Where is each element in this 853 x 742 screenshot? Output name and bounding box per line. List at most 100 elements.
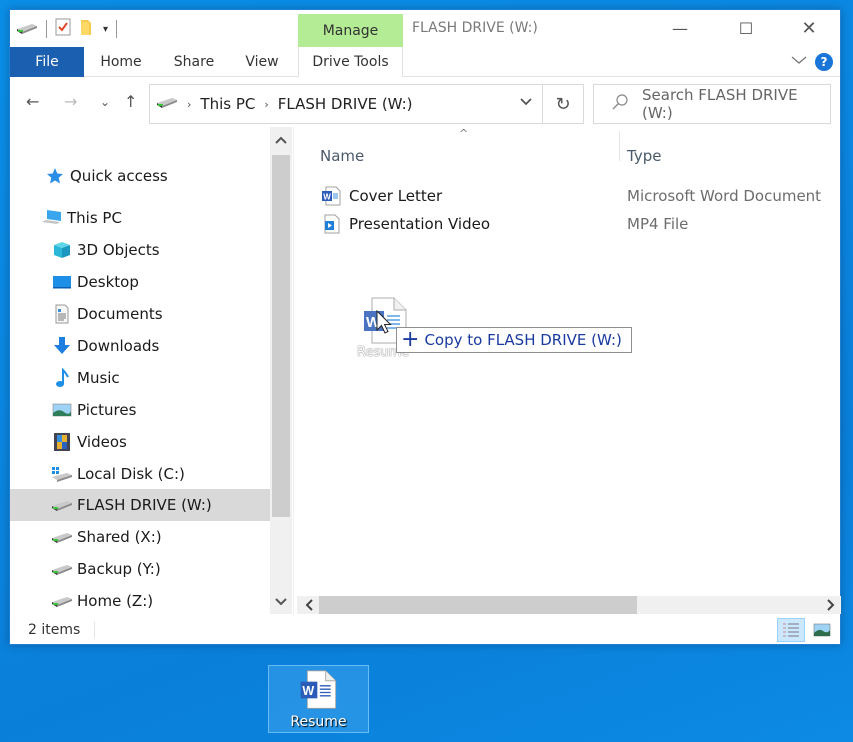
pictures-icon <box>51 400 73 420</box>
sidebar-item-label: Backup (Y:) <box>77 560 161 578</box>
toolbar-divider <box>46 20 47 38</box>
scroll-down-chevron-icon[interactable] <box>270 591 292 613</box>
sidebar-item-label: Local Disk (C:) <box>77 465 185 483</box>
back-button[interactable]: ← <box>26 92 39 111</box>
breadcrumb-flash-drive[interactable]: FLASH DRIVE (W:) <box>278 95 413 113</box>
sidebar-item-documents[interactable]: Documents <box>10 298 270 330</box>
toolbar-divider <box>116 20 118 38</box>
sidebar-item-label: Home (Z:) <box>77 592 154 610</box>
drag-copy-tooltip: + Copy to FLASH DRIVE (W:) <box>396 327 632 353</box>
manage-tab[interactable]: Manage <box>298 14 403 47</box>
file-row[interactable]: Presentation Video MP4 File <box>321 211 841 237</box>
address-bar[interactable]: › This PC › FLASH DRIVE (W:) <box>149 84 543 124</box>
sidebar-item-label: Downloads <box>77 337 160 355</box>
sidebar-item-local-disk[interactable]: Local Disk (C:) <box>10 458 270 490</box>
sidebar-item-pictures[interactable]: Pictures <box>10 394 270 426</box>
up-button[interactable]: ↑ <box>124 92 137 111</box>
sidebar-item-label: Shared (X:) <box>77 528 162 546</box>
sidebar-item-flash-drive[interactable]: FLASH DRIVE (W:) <box>10 489 270 521</box>
sidebar-item-home[interactable]: Home (Z:) <box>10 585 270 617</box>
tab-file[interactable]: File <box>10 47 84 77</box>
search-input[interactable]: Search FLASH DRIVE (W:) <box>642 86 830 122</box>
scroll-up-chevron-icon[interactable] <box>270 129 292 151</box>
scroll-left-chevron-icon[interactable] <box>299 596 319 614</box>
file-list: ^ Name Type W Cover Letter Microsoft Wor… <box>297 127 841 614</box>
search-box[interactable]: Search FLASH DRIVE (W:) <box>593 84 831 124</box>
properties-icon[interactable] <box>55 18 71 40</box>
tab-drive-tools[interactable]: Drive Tools <box>298 47 403 77</box>
ribbon-tabs: File Home Share View Drive Tools ? <box>10 47 840 77</box>
refresh-button[interactable]: ↻ <box>543 84 584 124</box>
details-view-button[interactable] <box>777 618 805 642</box>
maximize-button[interactable]: ☐ <box>723 10 769 47</box>
forward-button[interactable]: → <box>64 92 77 111</box>
navigation-pane: Quick access This PC 3D Objects Desktop … <box>10 127 293 614</box>
scrollbar-thumb[interactable] <box>272 155 290 517</box>
sidebar-item-shared[interactable]: Shared (X:) <box>10 521 270 553</box>
navigation-pane-scrollbar[interactable] <box>270 127 292 614</box>
pane-divider[interactable] <box>293 127 294 614</box>
sidebar-item-label: Pictures <box>77 401 137 419</box>
quick-access-toolbar: ▾ <box>16 18 118 40</box>
breadcrumb-separator[interactable]: › <box>187 98 191 111</box>
ribbon-expand-chevron-icon[interactable] <box>791 53 807 69</box>
minimize-button[interactable]: — <box>657 10 703 47</box>
sidebar-item-desktop[interactable]: Desktop <box>10 266 270 298</box>
file-row[interactable]: W Cover Letter Microsoft Word Document <box>321 183 841 209</box>
word-document-icon: W <box>300 670 337 709</box>
drive-icon <box>156 95 178 113</box>
item-count: 2 items <box>28 622 81 638</box>
large-icons-view-icon <box>813 623 831 637</box>
help-button[interactable]: ? <box>815 53 833 71</box>
large-icons-view-button[interactable] <box>808 618 836 642</box>
close-button[interactable]: ✕ <box>786 10 832 47</box>
file-type: MP4 File <box>627 215 689 233</box>
customize-toolbar-dropdown[interactable]: ▾ <box>103 24 108 35</box>
details-view-icon <box>783 623 799 637</box>
sidebar-item-quick-access[interactable]: Quick access <box>10 160 270 192</box>
sidebar-item-music[interactable]: Music <box>10 362 270 394</box>
new-folder-icon[interactable] <box>79 18 95 40</box>
desktop-file-resume[interactable]: W Resume <box>268 665 369 733</box>
drive-icon <box>51 591 73 611</box>
svg-text:W: W <box>323 193 331 202</box>
address-dropdown-chevron-icon[interactable] <box>520 95 532 110</box>
drive-icon <box>51 527 73 547</box>
mouse-cursor-icon <box>376 310 392 334</box>
scroll-right-chevron-icon[interactable] <box>821 596 841 614</box>
computer-icon <box>41 208 63 228</box>
sidebar-item-this-pc[interactable]: This PC <box>10 202 270 234</box>
file-name: Presentation Video <box>349 215 490 233</box>
sort-ascending-icon: ^ <box>459 127 469 140</box>
breadcrumb-this-pc[interactable]: This PC <box>200 95 255 113</box>
status-bar: 2 items <box>10 614 840 645</box>
video-file-icon <box>321 214 341 234</box>
sidebar-item-downloads[interactable]: Downloads <box>10 330 270 362</box>
sidebar-item-videos[interactable]: Videos <box>10 426 270 458</box>
column-header-type[interactable]: Type <box>627 147 661 165</box>
status-divider <box>94 622 95 638</box>
tab-view[interactable]: View <box>238 47 286 77</box>
desktop-icon <box>51 272 73 292</box>
horizontal-scrollbar[interactable] <box>297 596 841 614</box>
cube-icon <box>51 240 73 260</box>
column-divider[interactable] <box>619 131 620 161</box>
navigation-bar: ← → ⌄ ↑ › This PC › FLASH DRIVE (W:) ↻ S… <box>10 77 840 127</box>
svg-text:W: W <box>302 684 314 698</box>
column-header-name[interactable]: Name <box>320 147 364 165</box>
sidebar-item-label: Music <box>77 369 120 387</box>
sidebar-item-3d-objects[interactable]: 3D Objects <box>10 234 270 266</box>
tab-share[interactable]: Share <box>166 47 222 77</box>
sidebar-item-label: 3D Objects <box>77 241 160 259</box>
download-icon <box>51 336 73 356</box>
file-name: Cover Letter <box>349 187 443 205</box>
tab-home[interactable]: Home <box>94 47 148 77</box>
scrollbar-thumb[interactable] <box>319 596 637 614</box>
recent-locations-dropdown[interactable]: ⌄ <box>100 95 110 109</box>
star-icon <box>44 166 66 186</box>
window-title: FLASH DRIVE (W:) <box>412 20 538 36</box>
breadcrumb-separator[interactable]: › <box>264 98 268 111</box>
sidebar-item-label: FLASH DRIVE (W:) <box>77 496 212 514</box>
sidebar-item-backup[interactable]: Backup (Y:) <box>10 553 270 585</box>
word-document-icon: W <box>321 186 341 206</box>
